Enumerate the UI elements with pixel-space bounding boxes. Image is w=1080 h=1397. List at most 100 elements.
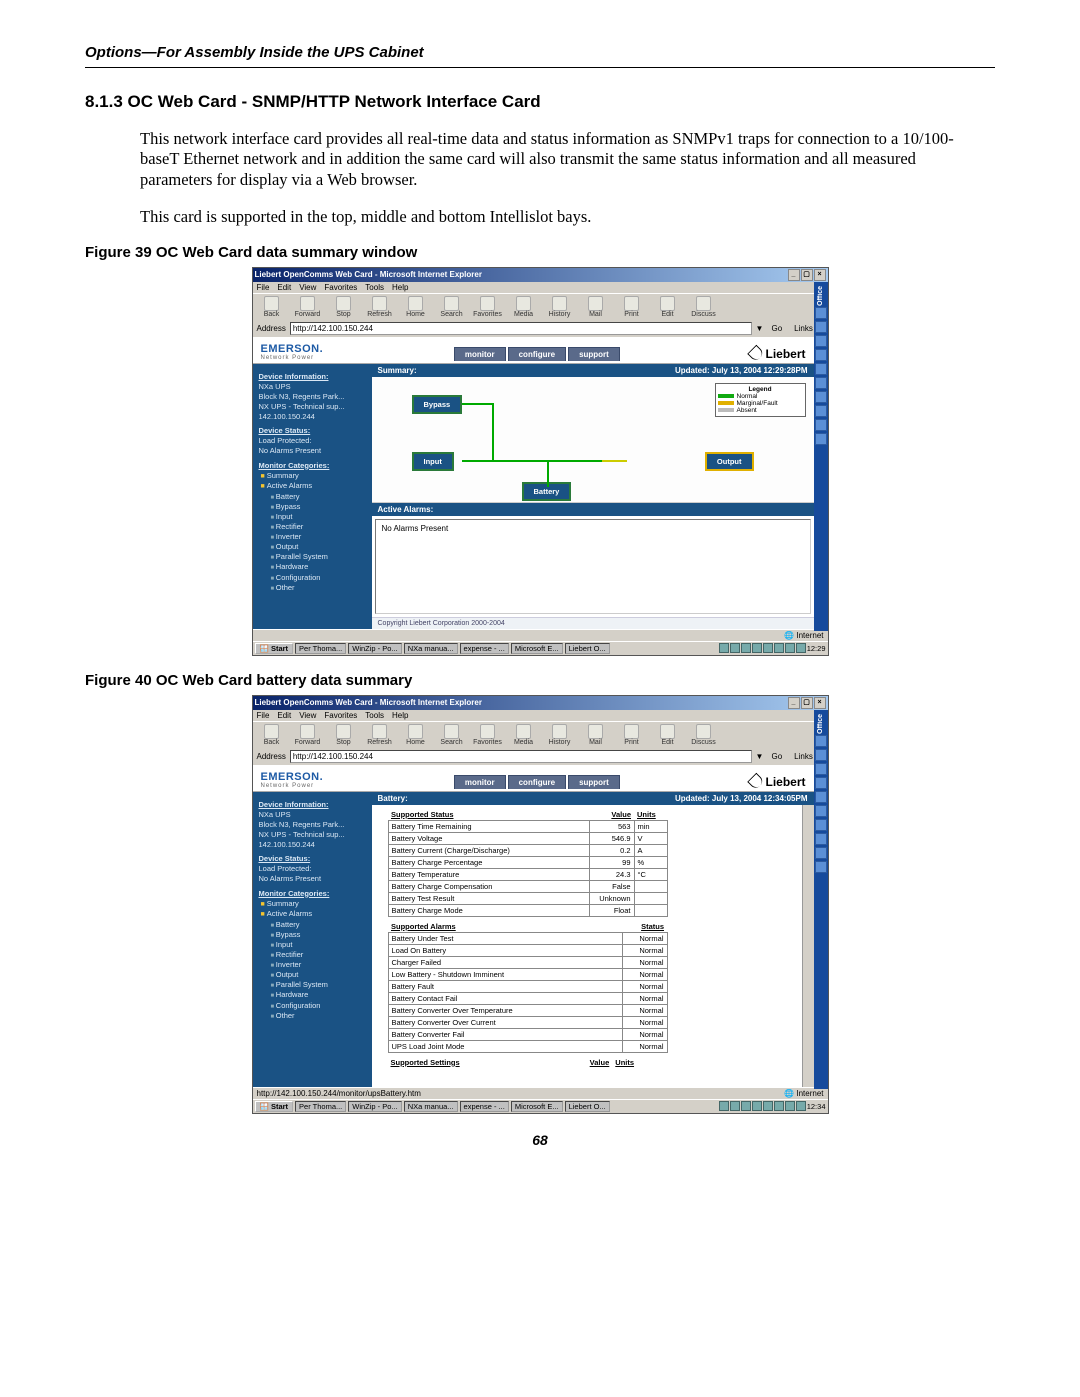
office-icon[interactable]	[815, 833, 827, 845]
toolbar-history-button[interactable]: History	[545, 724, 575, 746]
input-node[interactable]: Input	[412, 452, 454, 471]
menu-view[interactable]: View	[299, 711, 316, 720]
address-input[interactable]: http://142.100.150.244	[290, 750, 752, 763]
taskbar-task[interactable]: Per Thoma...	[295, 1101, 346, 1112]
office-icon[interactable]	[815, 391, 827, 403]
menu-tools[interactable]: Tools	[365, 283, 384, 292]
menu-edit[interactable]: Edit	[277, 283, 291, 292]
toolbar-favorites-button[interactable]: Favorites	[473, 296, 503, 318]
office-icon[interactable]	[815, 433, 827, 445]
sidebar-item-summary[interactable]: Summary	[259, 899, 366, 909]
tray-icon[interactable]	[763, 1101, 773, 1111]
office-icon[interactable]	[815, 749, 827, 761]
toolbar-mail-button[interactable]: Mail	[581, 296, 611, 318]
office-icon[interactable]	[815, 735, 827, 747]
office-icon[interactable]	[815, 861, 827, 873]
toolbar-stop-button[interactable]: Stop	[329, 724, 359, 746]
dropdown-icon[interactable]: ▼	[756, 752, 764, 761]
toolbar-media-button[interactable]: Media	[509, 724, 539, 746]
toolbar-back-button[interactable]: Back	[257, 296, 287, 318]
tray-icon[interactable]	[774, 643, 784, 653]
menu-help[interactable]: Help	[392, 283, 408, 292]
sidebar-item-input[interactable]: Input	[259, 940, 366, 950]
sidebar-item-hardware[interactable]: Hardware	[259, 562, 366, 572]
tab-monitor[interactable]: monitor	[454, 775, 506, 789]
tray-icon[interactable]	[785, 1101, 795, 1111]
sidebar-item-output[interactable]: Output	[259, 542, 366, 552]
toolbar-refresh-button[interactable]: Refresh	[365, 724, 395, 746]
office-icon[interactable]	[815, 377, 827, 389]
menu-help[interactable]: Help	[392, 711, 408, 720]
toolbar-print-button[interactable]: Print	[617, 296, 647, 318]
office-icon[interactable]	[815, 349, 827, 361]
go-button[interactable]: Go	[767, 752, 786, 761]
tray-icon[interactable]	[752, 1101, 762, 1111]
sidebar-item-other[interactable]: Other	[259, 583, 366, 593]
minimize-button[interactable]: _	[788, 697, 800, 709]
sidebar-item-input[interactable]: Input	[259, 512, 366, 522]
go-button[interactable]: Go	[767, 324, 786, 333]
taskbar-task[interactable]: NXa manua...	[404, 643, 458, 654]
sidebar-item-output[interactable]: Output	[259, 970, 366, 980]
menu-edit[interactable]: Edit	[277, 711, 291, 720]
tray-icon[interactable]	[719, 1101, 729, 1111]
address-input[interactable]: http://142.100.150.244	[290, 322, 752, 335]
tab-support[interactable]: support	[568, 775, 620, 789]
sidebar-item-hardware[interactable]: Hardware	[259, 990, 366, 1000]
sidebar-item-rectifier[interactable]: Rectifier	[259, 950, 366, 960]
toolbar-discuss-button[interactable]: Discuss	[689, 296, 719, 318]
sidebar-item-bypass[interactable]: Bypass	[259, 502, 366, 512]
toolbar-stop-button[interactable]: Stop	[329, 296, 359, 318]
sidebar-item-other[interactable]: Other	[259, 1011, 366, 1021]
sidebar-item-parallel-system[interactable]: Parallel System	[259, 980, 366, 990]
taskbar-task[interactable]: Microsoft E...	[511, 643, 563, 654]
tray-icon[interactable]	[730, 1101, 740, 1111]
sidebar-item-summary[interactable]: Summary	[259, 471, 366, 481]
taskbar-task[interactable]: WinZip - Po...	[348, 1101, 401, 1112]
toolbar-refresh-button[interactable]: Refresh	[365, 296, 395, 318]
office-icon[interactable]	[815, 791, 827, 803]
start-button[interactable]: 🪟 Start	[255, 643, 294, 654]
office-icon[interactable]	[815, 321, 827, 333]
sidebar-item-configuration[interactable]: Configuration	[259, 1001, 366, 1011]
taskbar-task[interactable]: NXa manua...	[404, 1101, 458, 1112]
office-icon[interactable]	[815, 777, 827, 789]
tray-icon[interactable]	[785, 643, 795, 653]
tray-icon[interactable]	[741, 1101, 751, 1111]
office-icon[interactable]	[815, 805, 827, 817]
menu-tools[interactable]: Tools	[365, 711, 384, 720]
taskbar-task[interactable]: Microsoft E...	[511, 1101, 563, 1112]
toolbar-media-button[interactable]: Media	[509, 296, 539, 318]
sidebar-item-battery[interactable]: Battery	[259, 920, 366, 930]
office-icon[interactable]	[815, 819, 827, 831]
start-button[interactable]: 🪟 Start	[255, 1101, 294, 1112]
toolbar-search-button[interactable]: Search	[437, 724, 467, 746]
bypass-node[interactable]: Bypass	[412, 395, 463, 414]
output-node[interactable]: Output	[705, 452, 754, 471]
menu-file[interactable]: File	[257, 283, 270, 292]
minimize-button[interactable]: _	[788, 269, 800, 281]
tray-icon[interactable]	[741, 643, 751, 653]
toolbar-print-button[interactable]: Print	[617, 724, 647, 746]
tab-configure[interactable]: configure	[508, 775, 566, 789]
toolbar-edit-button[interactable]: Edit	[653, 724, 683, 746]
toolbar-search-button[interactable]: Search	[437, 296, 467, 318]
sidebar-item-rectifier[interactable]: Rectifier	[259, 522, 366, 532]
office-icon[interactable]	[815, 763, 827, 775]
sidebar-item-battery[interactable]: Battery	[259, 492, 366, 502]
taskbar-task[interactable]: expense - ...	[460, 1101, 509, 1112]
office-icon[interactable]	[815, 419, 827, 431]
close-button[interactable]: ×	[814, 697, 826, 709]
taskbar-task[interactable]: Liebert O...	[565, 1101, 610, 1112]
dropdown-icon[interactable]: ▼	[756, 324, 764, 333]
tray-icon[interactable]	[752, 643, 762, 653]
toolbar-forward-button[interactable]: Forward	[293, 724, 323, 746]
tray-icon[interactable]	[774, 1101, 784, 1111]
sidebar-item-inverter[interactable]: Inverter	[259, 960, 366, 970]
taskbar-task[interactable]: expense - ...	[460, 643, 509, 654]
menu-view[interactable]: View	[299, 283, 316, 292]
tab-support[interactable]: support	[568, 347, 620, 361]
office-icon[interactable]	[815, 847, 827, 859]
tray-icon[interactable]	[763, 643, 773, 653]
sidebar-item-parallel-system[interactable]: Parallel System	[259, 552, 366, 562]
